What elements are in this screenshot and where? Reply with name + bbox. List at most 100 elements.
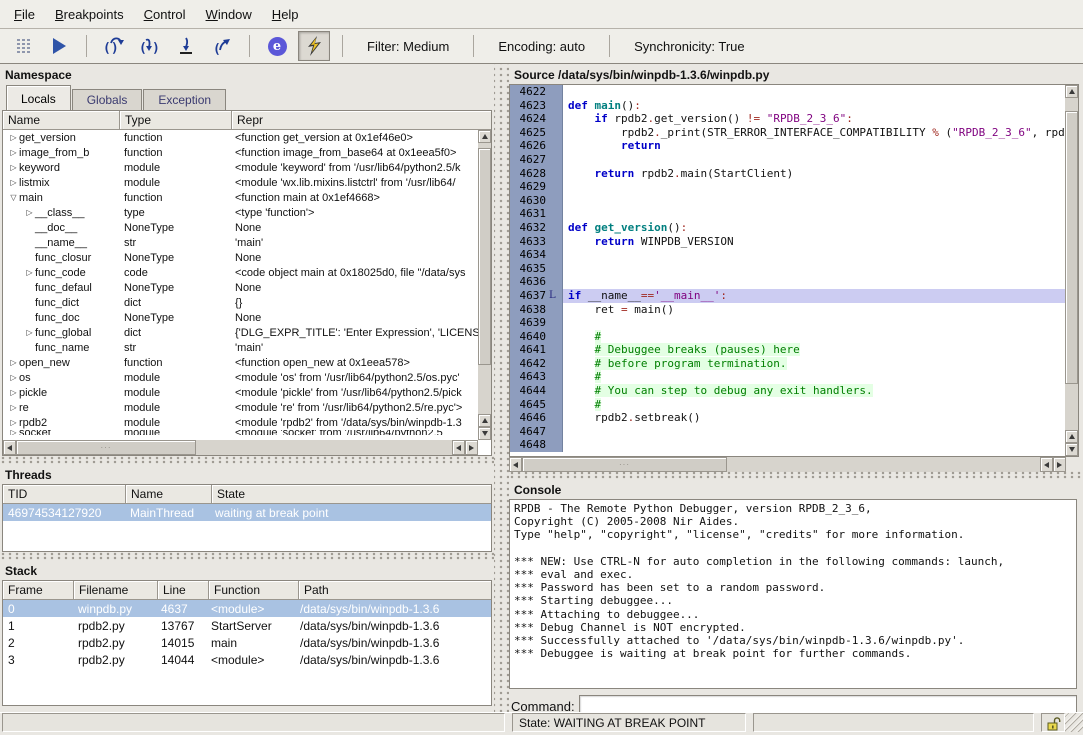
scroll-left-button[interactable] (509, 457, 522, 472)
line-number[interactable]: 4628 (510, 167, 549, 181)
namespace-row[interactable]: ▷func_globaldict{'DLG_EXPR_TITLE': 'Ente… (3, 325, 478, 340)
scroll-down-button[interactable] (1065, 443, 1078, 456)
namespace-row[interactable]: ▷remodule<module 're' from '/usr/lib64/p… (3, 400, 478, 415)
step-into-button[interactable]: ( ) (135, 32, 165, 60)
namespace-row[interactable]: ▷__class__type<type 'function'> (3, 205, 478, 220)
scroll-right-button[interactable] (1053, 457, 1066, 472)
namespace-row[interactable]: func_defaulNoneTypeNone (3, 280, 478, 295)
scroll-left-button[interactable] (1040, 457, 1053, 472)
threads-splitter[interactable] (0, 456, 494, 464)
thread-row[interactable]: 46974534127920MainThreadwaiting at break… (3, 504, 491, 521)
line-number[interactable]: 4623 (510, 99, 549, 113)
column-header-path[interactable]: Path (299, 581, 491, 600)
line-number[interactable]: 4627 (510, 153, 549, 167)
namespace-row[interactable]: func_dictdict{} (3, 295, 478, 310)
collapsed-expander-icon[interactable]: ▷ (8, 430, 19, 435)
line-number[interactable]: 4639 (510, 316, 549, 330)
line-number[interactable]: 4632 (510, 221, 549, 235)
console-splitter[interactable] (509, 471, 1083, 479)
collapsed-expander-icon[interactable]: ▷ (8, 388, 19, 397)
line-number[interactable]: 4638 (510, 303, 549, 317)
collapsed-expander-icon[interactable]: ▷ (24, 328, 35, 337)
column-header-repr[interactable]: Repr (232, 111, 491, 130)
namespace-row[interactable]: __name__str'main' (3, 235, 478, 250)
column-header-name[interactable]: Name (126, 485, 212, 504)
line-number[interactable]: 4635 (510, 262, 549, 276)
namespace-row[interactable]: ▷osmodule<module 'os' from '/usr/lib64/p… (3, 370, 478, 385)
menu-breakpoints[interactable]: Breakpoints (45, 2, 134, 27)
stack-frame-row[interactable]: 3rpdb2.py14044<module>/data/sys/bin/winp… (3, 651, 491, 668)
namespace-row[interactable]: ▷rpdb2module<module 'rpdb2' from '/data/… (3, 415, 478, 430)
collapsed-expander-icon[interactable]: ▷ (8, 178, 19, 187)
menu-control[interactable]: Control (134, 2, 196, 27)
collapsed-expander-icon[interactable]: ▷ (8, 403, 19, 412)
column-header-filename[interactable]: Filename (74, 581, 158, 600)
column-header-state[interactable]: State (212, 485, 491, 504)
scroll-left-button[interactable] (3, 440, 16, 455)
line-number[interactable]: 4643 (510, 370, 549, 384)
namespace-hscrollbar[interactable]: ··· (3, 440, 478, 455)
step-over-button[interactable]: () (99, 32, 129, 60)
namespace-row[interactable]: ▷image_from_bfunction<function image_fro… (3, 145, 478, 160)
namespace-row[interactable]: func_namestr'main' (3, 340, 478, 355)
line-number[interactable]: 4629 (510, 180, 549, 194)
scroll-left-button[interactable] (452, 440, 465, 455)
line-number[interactable]: 4647 (510, 425, 549, 439)
scroll-up-button[interactable] (478, 130, 491, 143)
scroll-down-button[interactable] (478, 427, 491, 440)
namespace-row[interactable]: ▷listmixmodule<module 'wx.lib.mixins.lis… (3, 175, 478, 190)
tab-exception[interactable]: Exception (143, 89, 226, 110)
scroll-up-button[interactable] (478, 414, 491, 427)
synchronicity-button[interactable] (298, 31, 330, 61)
namespace-row[interactable]: ▽mainfunction<function main at 0x1ef4668… (3, 190, 478, 205)
line-number[interactable]: 4645 (510, 398, 549, 412)
column-header-name[interactable]: Name (3, 111, 120, 130)
line-number[interactable]: 4642 (510, 357, 549, 371)
goto-button[interactable] (171, 32, 201, 60)
line-number[interactable]: 4631 (510, 207, 549, 221)
break-button[interactable] (8, 32, 38, 60)
scroll-right-button[interactable] (465, 440, 478, 455)
column-header-function[interactable]: Function (209, 581, 299, 600)
line-number[interactable]: 4644 (510, 384, 549, 398)
scrollbar-thumb[interactable] (478, 148, 491, 365)
namespace-row[interactable]: ▷keywordmodule<module 'keyword' from '/u… (3, 160, 478, 175)
column-header-line[interactable]: Line (158, 581, 209, 600)
scrollbar-thumb[interactable]: ··· (522, 457, 727, 472)
expanded-expander-icon[interactable]: ▽ (8, 193, 19, 202)
namespace-row[interactable]: ▷get_versionfunction<function get_versio… (3, 130, 478, 145)
collapsed-expander-icon[interactable]: ▷ (8, 358, 19, 367)
stack-frame-row[interactable]: 2rpdb2.py14015main/data/sys/bin/winpdb-1… (3, 634, 491, 651)
namespace-vscrollbar[interactable] (478, 130, 491, 440)
line-number[interactable]: 4646 (510, 411, 549, 425)
namespace-row[interactable]: func_closurNoneTypeNone (3, 250, 478, 265)
scrollbar-thumb[interactable] (1065, 111, 1078, 383)
line-number[interactable]: 4624 (510, 112, 549, 126)
scroll-up-button[interactable] (1065, 430, 1078, 443)
main-splitter[interactable] (494, 64, 509, 712)
collapsed-expander-icon[interactable]: ▷ (8, 148, 19, 157)
line-number[interactable]: 4633 (510, 235, 549, 249)
column-header-tid[interactable]: TID (3, 485, 126, 504)
namespace-row[interactable]: func_docNoneTypeNone (3, 310, 478, 325)
collapsed-expander-icon[interactable]: ▷ (24, 208, 35, 217)
namespace-row[interactable]: ▷func_codecode<code object main at 0x180… (3, 265, 478, 280)
column-header-frame[interactable]: Frame (3, 581, 74, 600)
collapsed-expander-icon[interactable]: ▷ (8, 163, 19, 172)
line-number[interactable]: 4641 (510, 343, 549, 357)
namespace-row[interactable]: ▷socketmodule<module 'socket' from '/usr… (3, 430, 478, 435)
source-vscrollbar[interactable] (1065, 85, 1078, 456)
line-number[interactable]: 4637 (510, 289, 549, 303)
collapsed-expander-icon[interactable]: ▷ (8, 418, 19, 427)
column-header-type[interactable]: Type (120, 111, 232, 130)
line-number[interactable]: 4636 (510, 275, 549, 289)
collapsed-expander-icon[interactable]: ▷ (24, 268, 35, 277)
line-number[interactable]: 4640 (510, 330, 549, 344)
namespace-row[interactable]: ▷open_newfunction<function open_new at 0… (3, 355, 478, 370)
namespace-row[interactable]: ▷picklemodule<module 'pickle' from '/usr… (3, 385, 478, 400)
collapsed-expander-icon[interactable]: ▷ (8, 373, 19, 382)
stack-frame-row[interactable]: 1rpdb2.py13767StartServer/data/sys/bin/w… (3, 617, 491, 634)
menu-help[interactable]: Help (262, 2, 309, 27)
line-number[interactable]: 4626 (510, 139, 549, 153)
menu-window[interactable]: Window (196, 2, 262, 27)
